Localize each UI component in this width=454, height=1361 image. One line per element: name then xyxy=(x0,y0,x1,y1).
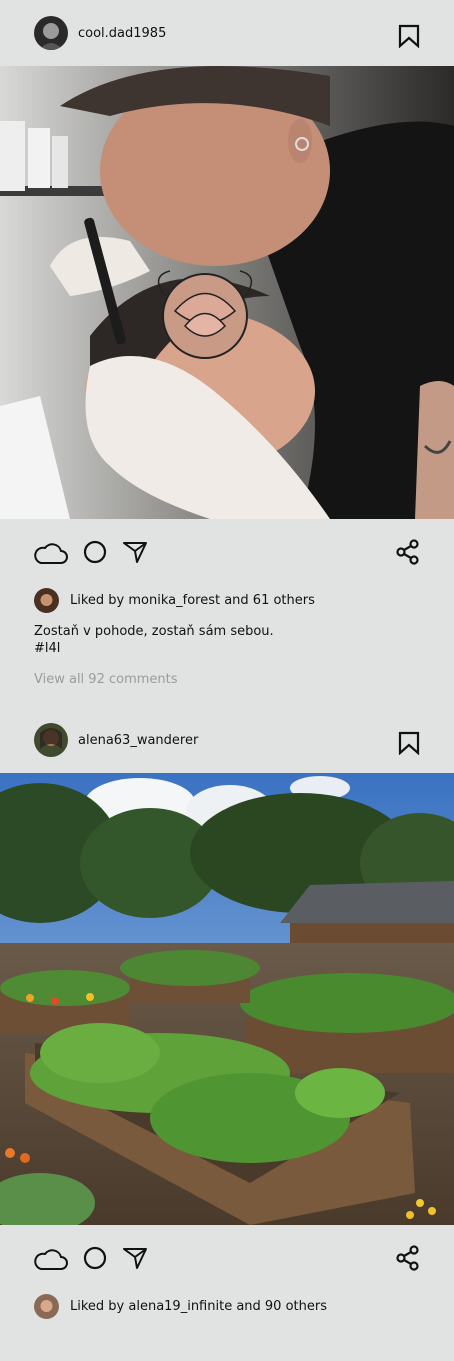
share-icon[interactable] xyxy=(396,1245,420,1271)
post-username[interactable]: alena63_wanderer xyxy=(78,733,198,748)
post-photo[interactable] xyxy=(0,66,454,519)
circle-icon[interactable] xyxy=(83,1246,107,1270)
cloud-icon[interactable] xyxy=(33,541,69,565)
post-header: alena63_wanderer xyxy=(0,707,454,773)
liker-avatar[interactable] xyxy=(34,587,59,613)
post-photo[interactable] xyxy=(0,773,454,1225)
post-caption: Zostaň v pohode, zostaň sám sebou. #l4l xyxy=(0,623,454,657)
cloud-icon[interactable] xyxy=(33,1247,69,1271)
post-username[interactable]: cool.dad1985 xyxy=(78,26,166,41)
circle-icon[interactable] xyxy=(83,540,107,564)
likes-text[interactable]: Liked by monika_forest and 61 others xyxy=(70,593,315,608)
post-2: alena63_wanderer Liked by alena19_infini… xyxy=(0,707,454,1321)
post-actions xyxy=(0,1225,454,1289)
share-icon[interactable] xyxy=(396,539,420,565)
send-icon[interactable] xyxy=(122,1246,148,1270)
send-icon[interactable] xyxy=(122,540,148,564)
liker-avatar[interactable] xyxy=(34,1293,59,1319)
post-header: cool.dad1985 xyxy=(0,0,454,66)
caption-text: Zostaň v pohode, zostaň sám sebou. xyxy=(34,624,274,639)
likes-row: Liked by monika_forest and 61 others xyxy=(0,585,454,615)
view-comments-link[interactable]: View all 92 comments xyxy=(0,672,454,687)
bookmark-icon[interactable] xyxy=(398,24,420,48)
likes-row: Liked by alena19_infinite and 90 others xyxy=(0,1291,454,1321)
caption-hashtag[interactable]: #l4l xyxy=(34,640,454,657)
post-1: cool.dad1985 Liked by monika_forest and … xyxy=(0,0,454,687)
avatar[interactable] xyxy=(34,723,68,757)
bookmark-icon[interactable] xyxy=(398,731,420,755)
likes-text[interactable]: Liked by alena19_infinite and 90 others xyxy=(70,1299,327,1314)
avatar[interactable] xyxy=(34,16,68,50)
post-actions xyxy=(0,519,454,583)
